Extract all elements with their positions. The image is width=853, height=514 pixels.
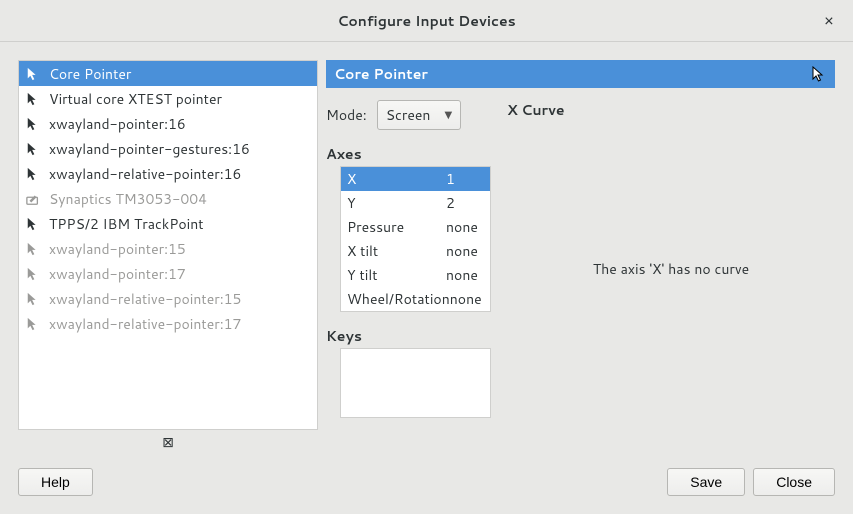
device-list[interactable]: Core Pointer Virtual core XTEST pointer xw… [18, 60, 318, 430]
button-row: Help Save Close [18, 468, 835, 496]
axis-name: X tilt [347, 241, 446, 261]
curve-message: The axis 'X' has no curve [507, 124, 835, 454]
detail-header: Core Pointer [326, 60, 835, 88]
axes-section-label: Axes [326, 144, 491, 164]
axes-row[interactable]: Y2 [341, 191, 490, 215]
cursor-icon [25, 66, 41, 82]
keys-list[interactable] [340, 348, 491, 418]
close-icon[interactable]: × [819, 11, 839, 31]
keys-section-label: Keys [326, 326, 491, 346]
device-sidebar: Core Pointer Virtual core XTEST pointer xw… [18, 60, 318, 454]
device-name: TPPS/2 IBM TrackPoint [49, 214, 204, 234]
device-toolbar: ⊠ [18, 430, 318, 454]
device-name: xwayland-pointer:15 [49, 239, 186, 259]
device-name: xwayland-pointer:17 [49, 264, 186, 284]
axis-value: 1 [446, 169, 484, 189]
device-list-item[interactable]: xwayland-relative-pointer:16 [19, 161, 317, 186]
axes-row[interactable]: X tiltnone [341, 239, 490, 263]
device-name: xwayland-relative-pointer:16 [49, 164, 241, 184]
axis-name: X [347, 169, 446, 189]
mode-label: Mode: [326, 105, 367, 125]
device-list-item[interactable]: xwayland-relative-pointer:15 [19, 286, 317, 311]
device-name: Synaptics TM3053-004 [49, 189, 207, 209]
axes-row[interactable]: X1 [341, 167, 490, 191]
mode-combo[interactable]: Screen ▼ [377, 100, 461, 130]
device-name: xwayland-pointer-gestures:16 [49, 139, 250, 159]
axis-value: none [446, 241, 484, 261]
mode-row: Mode: Screen ▼ [326, 100, 491, 130]
device-list-item[interactable]: Virtual core XTEST pointer [19, 86, 317, 111]
spacer [101, 468, 659, 496]
axis-value: 2 [446, 193, 484, 213]
axis-value: none [450, 289, 484, 309]
device-name: xwayland-relative-pointer:17 [49, 314, 241, 334]
axes-row[interactable]: Wheel/Rotationnone [341, 287, 490, 311]
cursor-icon [25, 91, 41, 107]
axis-name: Pressure [347, 217, 446, 237]
axis-name: Y [347, 193, 446, 213]
detail-panel: Core Pointer Mode: Screen ▼ Axes X1Y2 [326, 60, 835, 454]
axis-value: none [446, 217, 484, 237]
axes-row[interactable]: Pressurenone [341, 215, 490, 239]
cursor-icon [25, 116, 41, 132]
axes-row[interactable]: Y tiltnone [341, 263, 490, 287]
tablet-icon [25, 191, 41, 207]
detail-title: Core Pointer [334, 64, 428, 84]
titlebar: Configure Input Devices × [0, 0, 853, 42]
main-row: Core Pointer Virtual core XTEST pointer xw… [18, 60, 835, 454]
cursor-icon [811, 66, 827, 82]
curve-section-label: X Curve [507, 100, 835, 120]
device-list-item[interactable]: Synaptics TM3053-004 [19, 186, 317, 211]
device-list-item[interactable]: xwayland-relative-pointer:17 [19, 311, 317, 336]
device-list-item[interactable]: xwayland-pointer-gestures:16 [19, 136, 317, 161]
close-button[interactable]: Close [753, 468, 835, 496]
cursor-icon [25, 316, 41, 332]
cursor-icon [25, 241, 41, 257]
cursor-icon [25, 166, 41, 182]
axis-name: Wheel/Rotation [347, 289, 450, 309]
axis-value: none [446, 265, 484, 285]
help-button[interactable]: Help [18, 468, 93, 496]
cursor-icon [25, 141, 41, 157]
axis-name: Y tilt [347, 265, 446, 285]
detail-left: Mode: Screen ▼ Axes X1Y2PressurenoneX ti… [326, 100, 491, 454]
device-list-item[interactable]: xwayland-pointer:16 [19, 111, 317, 136]
device-name: xwayland-pointer:16 [49, 114, 186, 134]
save-button[interactable]: Save [667, 468, 745, 496]
device-list-item[interactable]: xwayland-pointer:17 [19, 261, 317, 286]
device-list-item[interactable]: Core Pointer [19, 61, 317, 86]
cursor-icon [25, 216, 41, 232]
detail-body: Mode: Screen ▼ Axes X1Y2PressurenoneX ti… [326, 88, 835, 454]
axes-table[interactable]: X1Y2PressurenoneX tiltnoneY tiltnoneWhee… [340, 166, 491, 312]
remove-device-icon[interactable]: ⊠ [160, 434, 176, 450]
cursor-icon [25, 266, 41, 282]
cursor-icon [25, 291, 41, 307]
detail-right: X Curve The axis 'X' has no curve [507, 100, 835, 454]
device-name: xwayland-relative-pointer:15 [49, 289, 241, 309]
mode-value: Screen [386, 105, 431, 125]
window-title: Configure Input Devices [337, 11, 515, 31]
device-list-item[interactable]: TPPS/2 IBM TrackPoint [19, 211, 317, 236]
content-area: Core Pointer Virtual core XTEST pointer xw… [0, 42, 853, 514]
device-list-item[interactable]: xwayland-pointer:15 [19, 236, 317, 261]
device-name: Virtual core XTEST pointer [49, 89, 222, 109]
device-name: Core Pointer [49, 64, 131, 84]
chevron-down-icon: ▼ [444, 108, 452, 122]
